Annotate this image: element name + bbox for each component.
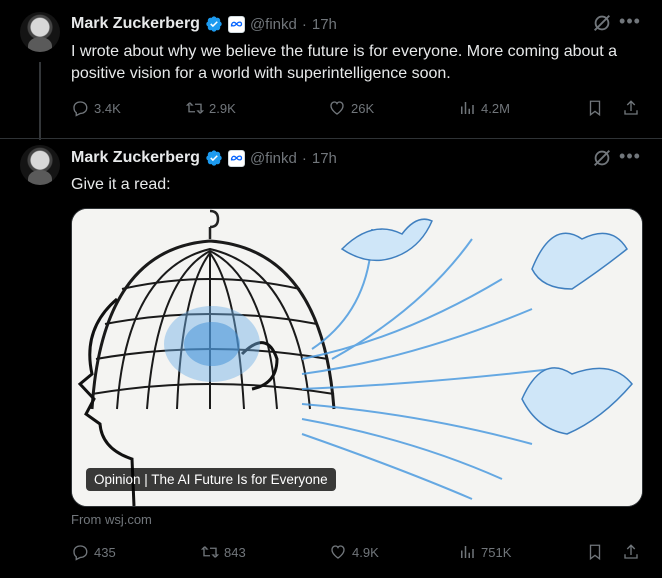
grok-icon[interactable]: [591, 147, 613, 169]
reply-count: 3.4K: [94, 100, 121, 116]
avatar[interactable]: [20, 12, 60, 52]
tweet-header: Mark Zuckerberg @finkd · 17h: [71, 12, 337, 36]
article-illustration: [72, 209, 642, 506]
grok-icon[interactable]: [591, 12, 613, 34]
like-icon: [330, 101, 344, 115]
repost-count: 2.9K: [209, 100, 236, 116]
tweet-text: Give it a read:: [71, 176, 171, 193]
author-handle[interactable]: @finkd: [250, 150, 297, 167]
repost-count: 843: [224, 544, 246, 560]
views-icon: [461, 102, 474, 114]
bookmark-button[interactable]: [586, 99, 604, 117]
reply-button[interactable]: 435: [71, 543, 116, 561]
bookmark-icon: [589, 544, 601, 561]
reply-icon: [73, 101, 88, 117]
tweet-actions: 3.4K 2.9K 26K 4.2M: [71, 99, 646, 121]
tweet[interactable]: Mark Zuckerberg @finkd · 17h ••• I wrote…: [0, 0, 662, 140]
author-name[interactable]: Mark Zuckerberg: [71, 149, 200, 167]
separator-dot: ·: [301, 149, 307, 167]
bookmark-button[interactable]: [586, 543, 604, 561]
share-button[interactable]: [622, 543, 640, 561]
card-headline[interactable]: Opinion | The AI Future Is for Everyone: [86, 468, 336, 491]
author-handle[interactable]: @finkd: [250, 16, 297, 33]
views-count: 751K: [481, 544, 512, 560]
repost-icon: [186, 102, 204, 114]
views-icon: [461, 546, 474, 558]
tweet-text: I wrote about why we believe the future …: [71, 43, 618, 82]
link-card[interactable]: Opinion | The AI Future Is for Everyone: [71, 208, 643, 507]
timestamp[interactable]: 17h: [312, 150, 337, 167]
more-icon[interactable]: •••: [619, 147, 641, 169]
meta-logo-icon: [227, 149, 245, 167]
avatar[interactable]: [20, 145, 60, 185]
share-icon: [624, 544, 638, 559]
like-count: 26K: [351, 100, 375, 116]
timestamp[interactable]: 17h: [312, 16, 337, 33]
reply-count: 435: [94, 544, 116, 560]
verified-badge-icon: [206, 16, 222, 32]
share-icon: [624, 100, 638, 115]
meta-logo-icon: [227, 15, 245, 33]
reply-button[interactable]: 3.4K: [71, 99, 121, 117]
like-button[interactable]: 26K: [328, 99, 374, 117]
thread-connector-line: [39, 62, 41, 140]
tweet-header: Mark Zuckerberg @finkd · 17h: [71, 146, 337, 170]
more-icon[interactable]: •••: [619, 12, 641, 34]
tweet-actions: 435 843 4.9K 751K: [71, 543, 646, 565]
like-button[interactable]: 4.9K: [329, 543, 379, 561]
verified-badge-icon: [206, 150, 222, 166]
tweet[interactable]: Mark Zuckerberg @finkd · 17h ••• Give it…: [0, 138, 662, 578]
repost-button[interactable]: 843: [201, 543, 246, 561]
views-button[interactable]: 4.2M: [458, 99, 510, 117]
like-icon: [331, 545, 345, 559]
reply-icon: [73, 545, 88, 561]
like-count: 4.9K: [352, 544, 379, 560]
separator-dot: ·: [301, 15, 307, 33]
card-source[interactable]: From wsj.com: [71, 512, 152, 527]
author-name[interactable]: Mark Zuckerberg: [71, 15, 200, 33]
views-button[interactable]: 751K: [458, 543, 511, 561]
views-count: 4.2M: [481, 100, 510, 116]
bookmark-icon: [589, 100, 601, 117]
share-button[interactable]: [622, 99, 640, 117]
repost-icon: [201, 546, 219, 558]
repost-button[interactable]: 2.9K: [186, 99, 236, 117]
